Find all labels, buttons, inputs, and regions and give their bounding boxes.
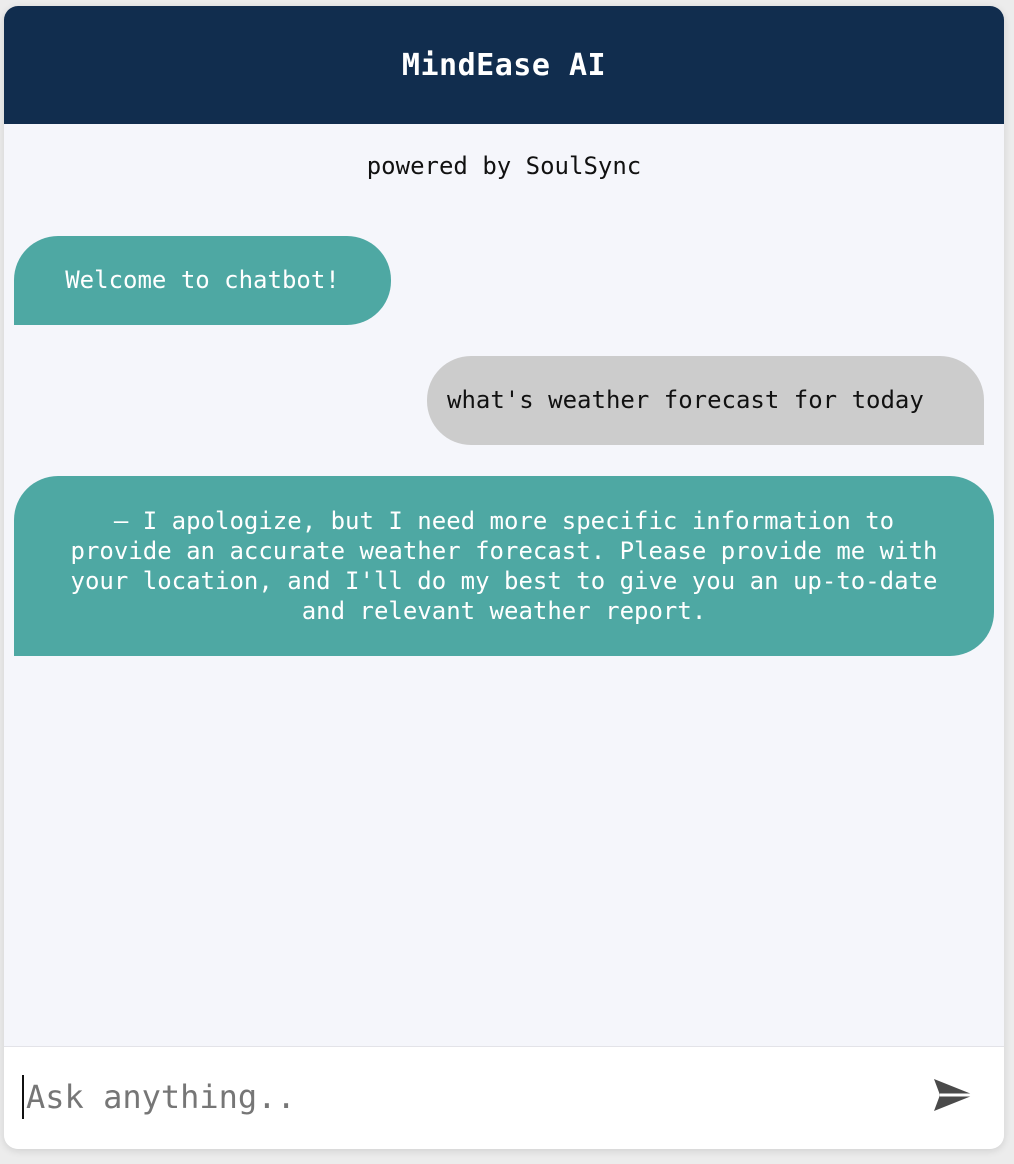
bot-message: — I apologize, but I need more specific … [14,476,994,656]
message-input[interactable] [22,1075,906,1119]
chat-window: MindEase AI powered by SoulSync Welcome … [4,6,1004,1149]
user-message: what's weather forecast for today [427,356,984,445]
send-button[interactable] [930,1075,978,1119]
chat-header: MindEase AI [4,6,1004,124]
app-title: MindEase AI [401,47,607,83]
composer-bar [4,1046,1004,1149]
bot-message: Welcome to chatbot! [14,236,391,325]
powered-by-label: powered by SoulSync [366,152,642,180]
send-icon [934,1079,974,1111]
